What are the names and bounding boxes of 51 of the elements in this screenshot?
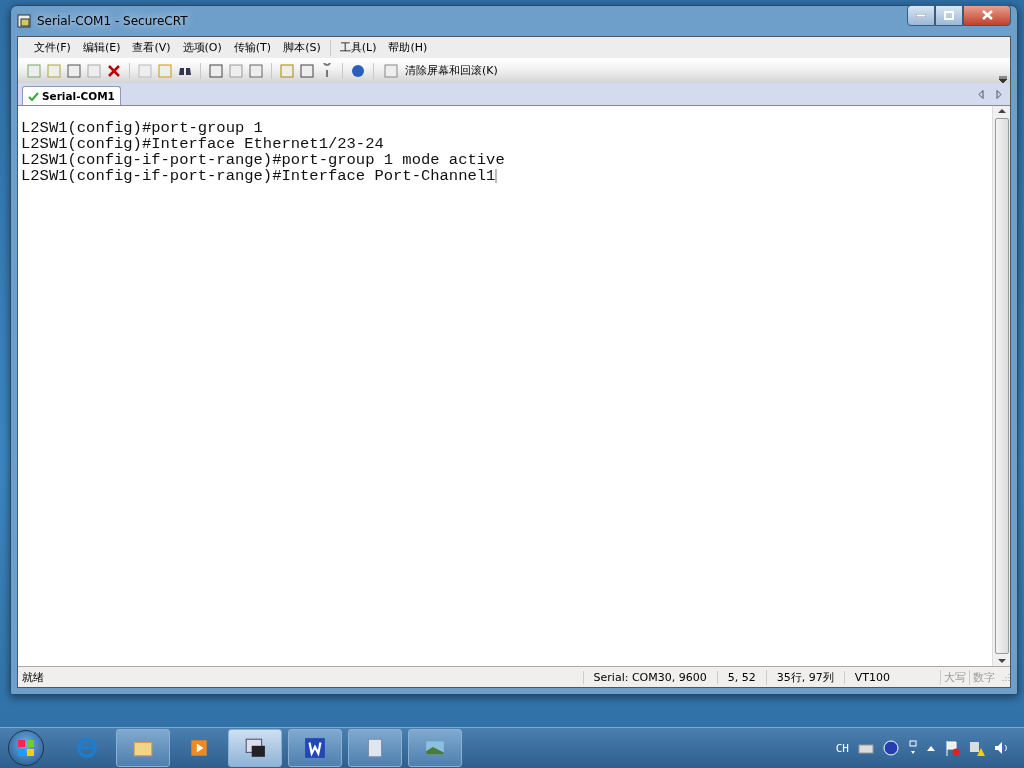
- toolbar-overflow-icon[interactable]: [999, 75, 1007, 83]
- scrollbar-thumb[interactable]: [994, 118, 1009, 654]
- language-indicator[interactable]: CH: [835, 741, 849, 755]
- menu-item[interactable]: 帮助(H): [382, 40, 434, 55]
- windows-logo-icon: [17, 739, 35, 757]
- start-button[interactable]: [8, 730, 44, 766]
- menu-item[interactable]: 脚本(S): [277, 40, 327, 55]
- close-button[interactable]: [963, 4, 1011, 26]
- taskbar-app-button[interactable]: [228, 729, 282, 767]
- speaker-icon[interactable]: [994, 740, 1010, 756]
- scroll-up-icon[interactable]: [997, 106, 1006, 116]
- flag-icon[interactable]: [944, 740, 960, 756]
- terminal-line: L2SW1(config)#port-group 1: [21, 120, 264, 136]
- maximize-button[interactable]: [935, 4, 963, 26]
- app-icon: [17, 14, 31, 28]
- menu-item[interactable]: 编辑(E): [76, 40, 127, 55]
- close-icon: [981, 10, 993, 20]
- minimize-icon: [916, 13, 926, 17]
- clear-screen-button[interactable]: 清除屏幕和回滚(K): [381, 62, 500, 79]
- terminal-line: L2SW1(config-if-port-range)#Interface Port-Channel1: [21, 168, 499, 184]
- menu-item[interactable]: 文件(F): [28, 40, 77, 55]
- status-field: VT100: [843, 670, 940, 684]
- disconnect-icon[interactable]: [106, 62, 122, 79]
- status-indicator: 数字: [969, 669, 998, 685]
- browser-icon: [76, 737, 98, 759]
- writer-icon: [304, 737, 326, 759]
- terminal-window-icon: [244, 737, 266, 759]
- terminal-line: L2SW1(config-if-port-range)#port-group 1 mode active: [21, 152, 506, 168]
- menu-item[interactable]: 传输(T): [227, 40, 278, 55]
- maximize-icon: [944, 10, 954, 20]
- window-restore-icon[interactable]: [908, 740, 918, 756]
- status-field: Serial: COM30, 9600: [582, 670, 717, 684]
- minimize-button[interactable]: [907, 4, 935, 26]
- status-field: 35行, 97列: [765, 669, 844, 685]
- play-icon: [188, 737, 210, 759]
- menu-item[interactable]: 选项(O): [176, 40, 228, 55]
- status-indicator: 大写: [940, 669, 969, 685]
- scroll-left-icon[interactable]: [978, 90, 984, 99]
- taskbar-app-button[interactable]: [288, 729, 342, 767]
- scroll-right-icon[interactable]: [996, 90, 1002, 99]
- status-field: 5, 52: [716, 670, 766, 684]
- session-tab[interactable]: Serial-COM1: [22, 86, 121, 105]
- menu-item[interactable]: 查看(V): [126, 40, 177, 55]
- terminal-line: L2SW1(config)#Interface Ethernet1/23-24: [21, 136, 385, 152]
- menu-item[interactable]: 工具(L): [333, 40, 383, 55]
- show-hidden-icons[interactable]: [927, 745, 935, 751]
- status-message: 就绪: [21, 669, 45, 685]
- cursor: [495, 168, 498, 183]
- scroll-down-icon[interactable]: [997, 656, 1006, 666]
- window-title: Serial-COM1 - SecureCRT: [37, 14, 189, 28]
- network-warning-icon[interactable]: [969, 740, 985, 756]
